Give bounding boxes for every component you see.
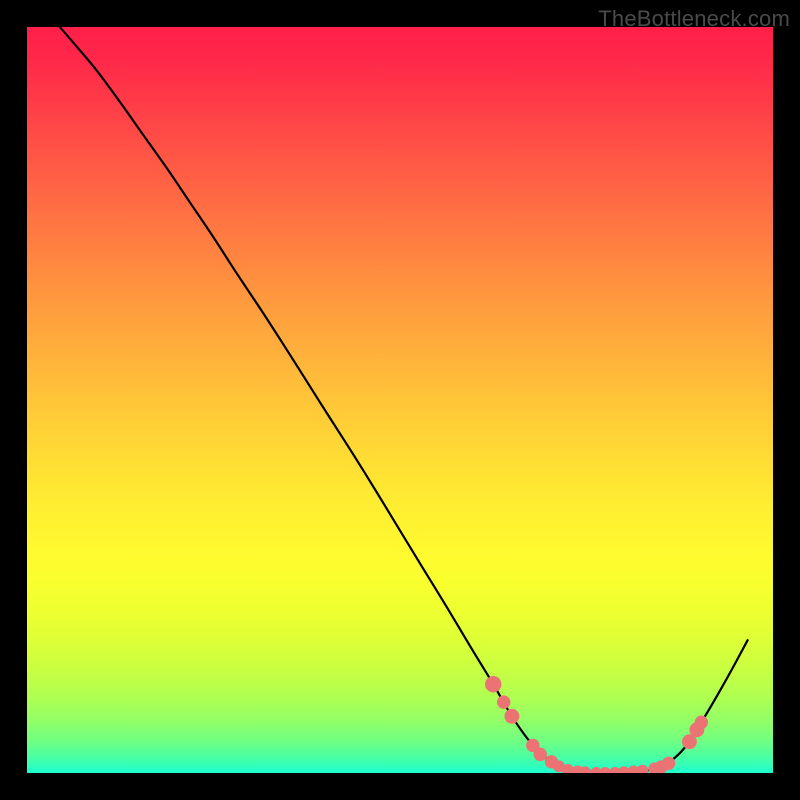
watermark-text: TheBottleneck.com	[598, 6, 790, 32]
data-marker	[497, 695, 510, 708]
data-marker	[485, 676, 501, 692]
data-marker	[534, 748, 547, 761]
data-marker	[662, 757, 675, 770]
data-marker	[636, 765, 648, 777]
gradient-background	[27, 27, 773, 773]
data-marker	[504, 709, 519, 724]
data-marker	[695, 716, 708, 729]
bottleneck-chart	[0, 0, 800, 800]
data-marker	[579, 766, 591, 778]
chart-svg	[0, 0, 800, 800]
